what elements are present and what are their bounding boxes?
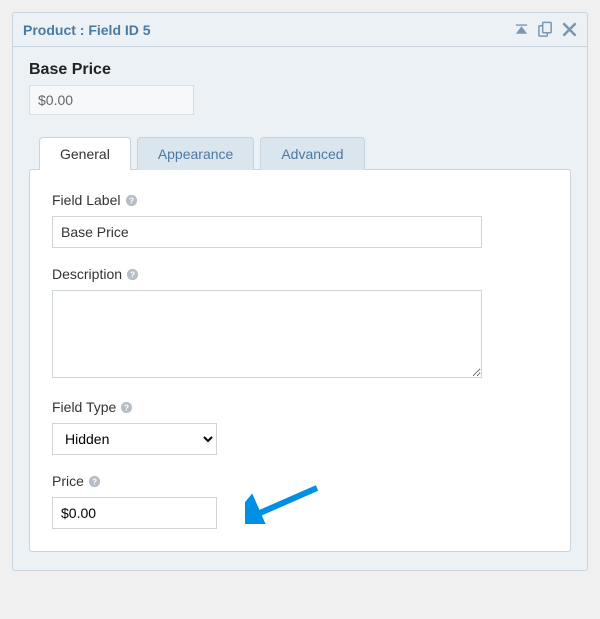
label-description: Description ? bbox=[52, 266, 548, 282]
label-price: Price ? bbox=[52, 473, 548, 489]
row-description: Description ? bbox=[52, 266, 548, 381]
input-field-label[interactable] bbox=[52, 216, 482, 248]
tab-general[interactable]: General bbox=[39, 137, 131, 170]
tab-content-general: Field Label ? Description ? bbox=[29, 169, 571, 552]
preview-field-label: Base Price bbox=[29, 61, 571, 79]
svg-text:?: ? bbox=[130, 269, 135, 279]
label-field-type: Field Type ? bbox=[52, 399, 548, 415]
input-description[interactable] bbox=[52, 290, 482, 378]
row-field-label: Field Label ? bbox=[52, 192, 548, 248]
close-icon[interactable] bbox=[562, 22, 577, 37]
label-description-text: Description bbox=[52, 266, 122, 282]
tabs: General Appearance Advanced Field Label … bbox=[29, 137, 571, 552]
help-icon[interactable]: ? bbox=[126, 268, 139, 281]
field-settings-panel: Product : Field ID 5 Base Price General … bbox=[12, 12, 588, 571]
label-field-type-text: Field Type bbox=[52, 399, 116, 415]
panel-header: Product : Field ID 5 bbox=[13, 13, 587, 47]
panel-body: Base Price General Appearance Advanced F… bbox=[13, 47, 587, 570]
row-field-type: Field Type ? Hidden bbox=[52, 399, 548, 455]
tab-appearance[interactable]: Appearance bbox=[137, 137, 255, 170]
help-icon[interactable]: ? bbox=[125, 194, 138, 207]
select-field-type[interactable]: Hidden bbox=[52, 423, 217, 455]
tab-row: General Appearance Advanced bbox=[39, 137, 571, 170]
svg-text:?: ? bbox=[124, 402, 129, 412]
preview-field-input bbox=[29, 85, 194, 115]
collapse-icon[interactable] bbox=[514, 24, 529, 36]
panel-header-actions bbox=[514, 21, 577, 38]
row-price: Price ? bbox=[52, 473, 548, 529]
svg-text:?: ? bbox=[92, 476, 97, 486]
help-icon[interactable]: ? bbox=[120, 401, 133, 414]
panel-title: Product : Field ID 5 bbox=[23, 22, 514, 38]
label-field-label: Field Label ? bbox=[52, 192, 548, 208]
tab-advanced[interactable]: Advanced bbox=[260, 137, 364, 170]
input-price[interactable] bbox=[52, 497, 217, 529]
svg-text:?: ? bbox=[128, 195, 133, 205]
duplicate-icon[interactable] bbox=[537, 21, 554, 38]
help-icon[interactable]: ? bbox=[88, 475, 101, 488]
label-price-text: Price bbox=[52, 473, 84, 489]
label-field-label-text: Field Label bbox=[52, 192, 121, 208]
